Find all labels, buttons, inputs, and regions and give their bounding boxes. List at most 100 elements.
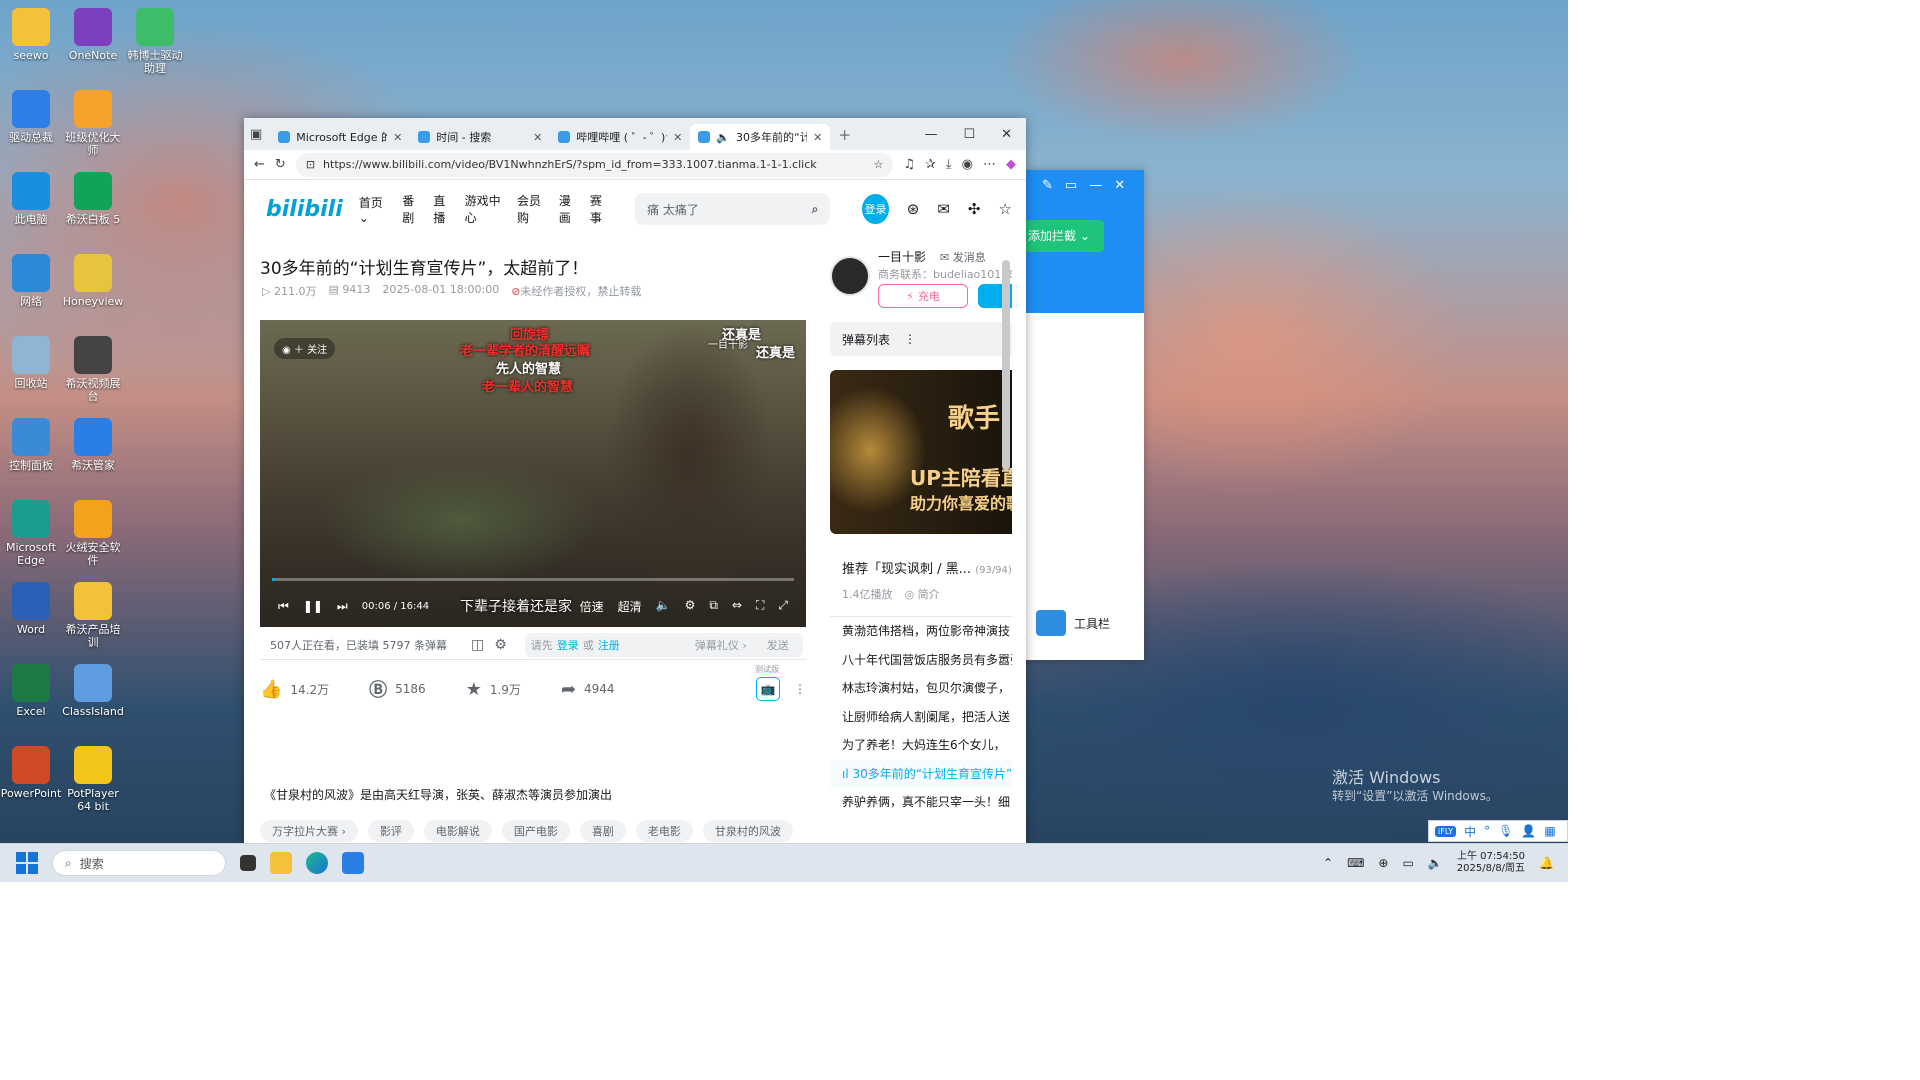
desktop-icon[interactable]: 希沃管家 [62,418,124,472]
favorite-star-icon[interactable]: ☆ [873,158,883,171]
close-tab-icon[interactable]: ✕ [393,131,402,144]
url-field[interactable]: ⊡ https://www.bilibili.com/video/BV1Nwhn… [295,152,894,177]
desktop-icon[interactable]: 希沃白板 5 [62,172,124,226]
widescreen-icon[interactable]: ⇔ [732,598,742,615]
login-link[interactable]: 登录 [557,637,579,653]
tab-bilibili-home[interactable]: 哔哩哔哩 ( ゜- ゜)つロ✕ [550,124,690,150]
charge-button[interactable]: ⚡ 充电 [878,284,968,308]
profile-icon[interactable]: ◉ [962,157,973,172]
ime-user-icon[interactable]: 👤 [1521,824,1536,838]
nav-manga[interactable]: 漫画 [559,192,580,226]
playlist-item[interactable]: 为了养老！大妈连生6个女儿， [830,731,1012,760]
favorite-button[interactable]: ★ 1.9万 [466,679,521,700]
add-block-button[interactable]: 添加拦截 ⌄ [1024,220,1104,252]
desktop-icon[interactable]: 控制面板 [0,418,62,472]
video-player[interactable]: ◉ ＋ 关注 一目十影 回旋镖 老一辈学者的清醒远瞩 先人的智慧 老一辈人的智慧… [260,320,806,627]
playlist-item[interactable]: 让厨师给病人割阑尾，把活人送 [830,703,1012,732]
site-info-icon[interactable]: ⊡ [306,158,315,171]
desktop-icon[interactable]: OneNote [62,8,124,62]
desktop-icon[interactable]: PowerPoint [0,746,62,800]
more-icon[interactable]: ⋯ [983,157,996,172]
more-icon[interactable]: ⋮ [794,682,806,696]
more-icon[interactable]: ⋮ [904,332,916,346]
uploader-name[interactable]: 一目十影 [878,248,926,265]
register-link[interactable]: 注册 [598,637,620,653]
ime-logo-icon[interactable]: iFLY [1435,825,1457,837]
progress-bar[interactable] [272,578,794,581]
send-message-link[interactable]: ✉ 发消息 [940,249,986,265]
premium-icon[interactable]: ⊛ [907,200,920,218]
playlist-item[interactable]: 养驴养俩，真不能只宰一头！细 [830,788,1012,817]
dynamic-icon[interactable]: ✣ [968,200,981,218]
page-scrollbar[interactable] [1002,260,1010,470]
close-tab-icon[interactable]: ✕ [673,131,682,144]
login-button[interactable]: 登录 [862,194,889,224]
ime-grid-icon[interactable]: ▦ [1544,824,1555,838]
nav-game[interactable]: 游戏中心 [465,192,507,226]
intro-link[interactable]: ◎ 简介 [905,586,940,602]
ad-banner[interactable]: 歌手 UP主陪看直播 助力你喜爱的歌 [830,370,1012,534]
minimize-icon[interactable]: — [924,127,937,142]
danmaku-toggle-icon[interactable]: ◫ [471,637,484,653]
desktop-icon[interactable]: 回收站 [0,336,62,390]
danmaku-input[interactable]: 请先 登录或注册 弹幕礼仪 › [524,632,753,657]
maximize-icon[interactable]: ☐ [963,127,975,142]
desktop-icon[interactable]: 驱动总裁 [0,90,62,144]
keyboard-icon[interactable]: ⌨ [1347,856,1364,870]
nav-match[interactable]: 赛事 [590,192,611,226]
new-tab-icon[interactable]: ＋ [838,125,851,144]
share-button[interactable]: ➦ 4944 [561,679,615,700]
site-search-input[interactable]: 痛 太痛了 ⌕ [635,193,831,225]
quality-button[interactable]: 超清 [618,598,642,615]
favorites-icon[interactable]: ☆ [999,200,1012,218]
desktop-icon[interactable]: 韩博士驱动助理 [124,8,186,75]
task-view-icon[interactable] [240,855,256,871]
settings-icon[interactable]: ⚙ [685,598,696,615]
desktop-icon[interactable]: 希沃视频展台 [62,336,124,403]
tag-item[interactable]: 国产电影 [501,820,570,842]
bilibili-logo[interactable]: bilibili [266,197,343,222]
nav-home[interactable]: 首页 ⌄ [359,194,392,225]
desktop-icon[interactable]: Excel [0,664,62,718]
uploader-follow-overlay[interactable]: ◉ ＋ 关注 [274,338,336,359]
desktop-icon[interactable]: 班级优化大师 [62,90,124,157]
desktop-icon[interactable]: 网络 [0,254,62,308]
webfullscreen-icon[interactable]: ⛶ [756,598,764,615]
like-button[interactable]: 👍 14.2万 [260,679,329,700]
desktop-icon[interactable]: ClassIsland [62,664,124,718]
send-button[interactable]: 发送 [752,632,803,657]
tab-search[interactable]: 时间 - 搜索 ✕ [410,124,550,150]
tag-item[interactable]: 电影解说 [423,820,492,842]
desktop-icon[interactable]: Word [0,582,62,636]
ime-punct[interactable]: ° [1484,824,1490,838]
fullscreen-icon[interactable]: ⤢ [778,598,788,615]
playlist-item-current[interactable]: ıl 30多年前的“计划生育宣传片” [830,759,1012,788]
read-aloud-icon[interactable]: ♫ [903,157,915,172]
ime-lang[interactable]: 中 [1464,823,1476,840]
ime-mic-icon[interactable]: 🎙 [1498,824,1513,838]
minimize-icon[interactable]: — [1089,178,1102,193]
close-icon[interactable]: ✕ [1114,178,1125,193]
desktop-icon[interactable]: 希沃产品培训 [62,582,124,649]
message-icon[interactable]: ✉ [937,200,950,218]
danmaku-list-toggle[interactable]: 弹幕列表 ⋮ [830,322,1012,356]
close-tab-icon[interactable]: ✕ [813,131,822,144]
file-explorer-icon[interactable] [270,852,292,874]
recommend-collection-title[interactable]: 推荐「现实讽刺 / 黑... (93/94) [842,558,1012,577]
chevron-up-icon[interactable]: ⌃ [1323,856,1333,870]
desktop-icon[interactable]: Microsoft Edge [0,500,62,567]
next-icon[interactable]: ⏭ [337,599,348,614]
tv-mode-button[interactable]: 测试版 📺 [755,665,780,701]
window-icon[interactable]: ▭ [1065,178,1077,193]
copilot-icon[interactable]: ◆ [1006,157,1016,172]
notification-bell-icon[interactable]: 🔔 [1539,856,1554,870]
desktop-icon[interactable]: PotPlayer 64 bit [62,746,124,813]
network-icon[interactable]: ⊕ [1378,856,1388,870]
refresh-icon[interactable]: ↻ [275,157,286,172]
nav-anime[interactable]: 番剧 [402,192,423,226]
download-icon[interactable]: ⤓ [946,157,952,172]
desktop-icon[interactable]: 火绒安全软件 [62,500,124,567]
back-icon[interactable]: ← [254,157,265,172]
close-tab-icon[interactable]: ✕ [533,131,542,144]
tab-bilibili-video[interactable]: 🔈30多年前的“计划✕ [690,124,831,150]
